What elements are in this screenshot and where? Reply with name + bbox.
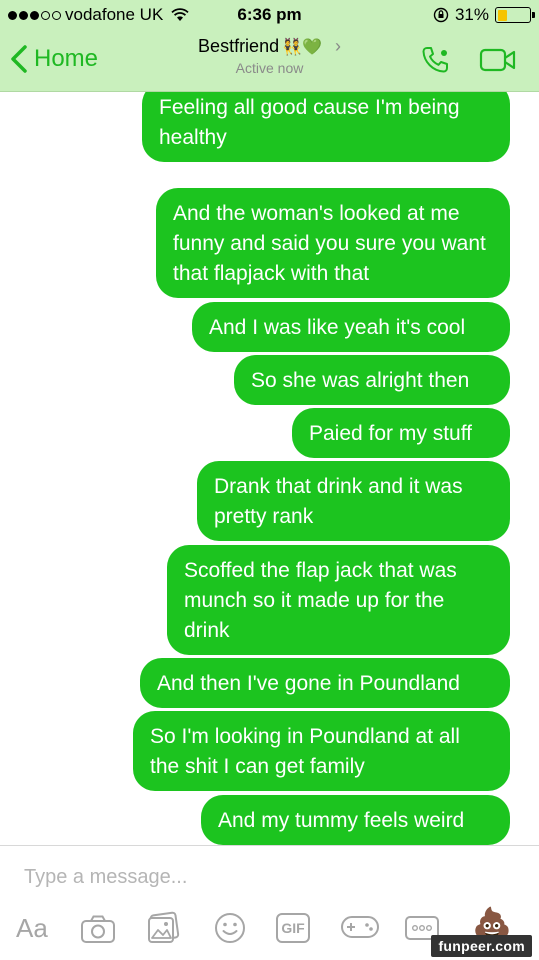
message-bubble[interactable]: Feeling all good cause I'm being healthy: [142, 92, 510, 162]
message-bubble[interactable]: And I was like yeah it's cool: [192, 302, 510, 352]
message-list[interactable]: Feeling all good cause I'm being healthy…: [0, 92, 539, 845]
message-bubble[interactable]: So I'm looking in Poundland at all the s…: [133, 711, 510, 791]
battery-level: [497, 9, 508, 21]
emoji-icon[interactable]: [214, 912, 246, 944]
contact-name: Bestfriend: [198, 36, 280, 56]
orientation-lock-icon: [433, 7, 449, 23]
conversation-header: Home Bestfriend 👯💚 › Active now: [0, 30, 539, 92]
gif-button[interactable]: GIF: [276, 913, 310, 943]
text-format-button[interactable]: Aa: [16, 913, 48, 944]
gallery-icon[interactable]: [146, 911, 180, 945]
message-bubble[interactable]: And my tummy feels weird: [201, 795, 510, 845]
video-call-icon[interactable]: [479, 47, 517, 73]
status-right: 31%: [433, 5, 535, 25]
chevron-right-icon: ›: [334, 36, 341, 56]
phone-icon[interactable]: [419, 44, 451, 76]
battery-percent: 31%: [454, 5, 489, 24]
message-bubble[interactable]: And the woman's looked at me funny and s…: [156, 188, 510, 298]
message-bubble[interactable]: Drank that drink and it was pretty rank: [197, 461, 510, 541]
game-controller-icon[interactable]: [340, 914, 380, 942]
message-bubble[interactable]: And then I've gone in Poundland: [140, 658, 510, 708]
message-bubble[interactable]: Paied for my stuff: [292, 408, 510, 458]
composer: Type a message... Aa GIF 💩 funpeer.com: [0, 845, 539, 960]
contact-title[interactable]: Bestfriend 👯💚 ›: [198, 36, 341, 57]
message-bubble[interactable]: Scoffed the flap jack that was munch so …: [167, 545, 510, 655]
message-bubble[interactable]: So she was alright then: [234, 355, 510, 405]
watermark: funpeer.com: [431, 935, 532, 957]
call-actions: [419, 44, 517, 76]
contact-emoji: 👯💚: [282, 38, 322, 56]
message-input[interactable]: Type a message...: [24, 866, 187, 889]
camera-icon[interactable]: [80, 914, 116, 944]
battery-icon: [495, 7, 535, 23]
status-bar: vodafone UK 6:36 pm 31%: [0, 0, 539, 30]
